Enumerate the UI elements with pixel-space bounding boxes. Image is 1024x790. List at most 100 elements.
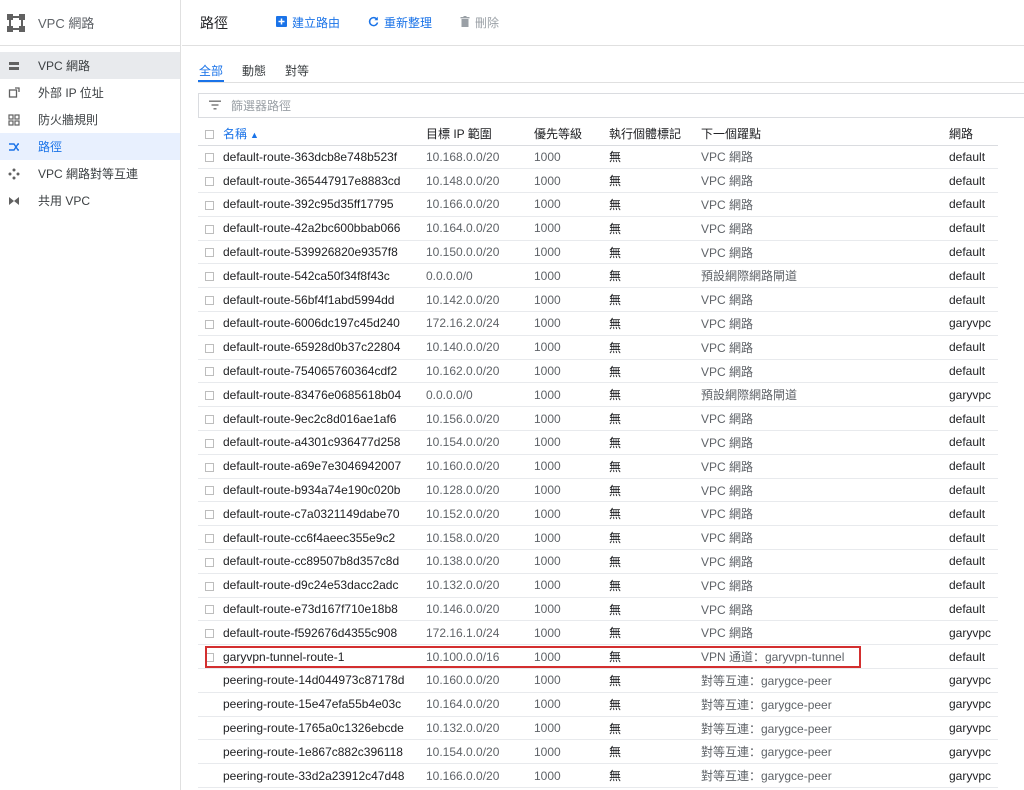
row-checkbox[interactable] — [205, 200, 214, 210]
row-checkbox[interactable] — [205, 581, 214, 591]
row-checkbox[interactable] — [205, 557, 214, 567]
row-checkbox[interactable] — [205, 533, 214, 543]
row-checkbox[interactable] — [205, 248, 214, 258]
route-name-cell[interactable]: default-route-754065760364cdf2 — [223, 359, 426, 384]
sidebar-item-external-ip[interactable]: 外部 IP 位址 — [0, 79, 180, 106]
table-row[interactable]: default-route-a69e7e3046942007 10.160.0.0… — [198, 454, 998, 479]
row-checkbox[interactable] — [205, 652, 214, 662]
table-row[interactable]: default-route-42a2bc600bbab066 10.164.0.0… — [198, 216, 998, 241]
next-hop-cell: VPN 通道：garyvpn-tunnel — [701, 644, 949, 670]
route-name-cell[interactable]: peering-route-1e867c882c396118 — [223, 739, 426, 765]
row-checkbox[interactable] — [205, 438, 214, 448]
table-row[interactable]: peering-route-1765a0c1326ebcde 10.132.0.0… — [198, 716, 998, 741]
row-checkbox[interactable] — [205, 414, 214, 424]
table-row[interactable]: default-route-6006dc197c45d240 172.16.2.0… — [198, 311, 998, 336]
route-name-cell[interactable]: peering-route-14d044973c87178d — [223, 668, 426, 693]
create-route-button[interactable]: 建立路由 — [276, 14, 340, 31]
route-name-cell[interactable]: default-route-56bf4f1abd5994dd — [223, 287, 426, 313]
column-header-priority[interactable]: 優先等級 — [534, 122, 609, 146]
row-checkbox[interactable] — [205, 486, 214, 496]
table-row[interactable]: default-route-9ec2c8d016ae1af6 10.156.0.0… — [198, 406, 998, 432]
table-row[interactable]: default-route-83476e0685618b04 0.0.0.0/0 1… — [198, 382, 998, 408]
table-row[interactable]: peering-route-14d044973c87178d 10.160.0.0… — [198, 668, 998, 693]
delete-button[interactable]: 刪除 — [460, 14, 499, 31]
table-row[interactable]: default-route-a4301c936477d258 10.154.0.0… — [198, 430, 998, 455]
route-name-cell[interactable]: default-route-a4301c936477d258 — [223, 430, 426, 455]
table-row[interactable]: default-route-56bf4f1abd5994dd 10.142.0.0… — [198, 287, 998, 313]
refresh-button[interactable]: 重新整理 — [368, 14, 432, 31]
route-name-cell[interactable]: default-route-c7a0321149dabe70 — [223, 501, 426, 527]
route-name-cell[interactable]: default-route-392c95d35ff17795 — [223, 192, 426, 217]
route-name-cell[interactable]: peering-route-15e47efa55b4e03c — [223, 692, 426, 717]
row-checkbox[interactable] — [205, 605, 214, 615]
table-row[interactable]: default-route-cc89507b8d357c8d 10.138.0.0… — [198, 549, 998, 574]
sidebar-item-routes[interactable]: 路徑 — [0, 133, 180, 160]
table-row[interactable]: garyvpn-tunnel-route-1 10.100.0.0/16 1000 無… — [198, 644, 998, 670]
row-checkbox[interactable] — [205, 177, 214, 187]
row-checkbox[interactable] — [205, 343, 214, 353]
route-name-cell[interactable]: default-route-65928d0b37c22804 — [223, 335, 426, 360]
table-row[interactable]: default-route-363dcb8e748b523f 10.168.0.0… — [198, 145, 998, 170]
column-header-next-hop[interactable]: 下一個躍點 — [701, 122, 949, 146]
sidebar-item-firewall[interactable]: 防火牆規則 — [0, 106, 180, 133]
table-row[interactable]: default-route-d9c24e53dacc2adc 10.132.0.0… — [198, 573, 998, 598]
table-row[interactable]: default-route-539926820e9357f8 10.150.0.0… — [198, 240, 998, 265]
route-name-cell[interactable]: default-route-363dcb8e748b523f — [223, 145, 426, 170]
row-checkbox[interactable] — [205, 224, 214, 234]
row-checkbox[interactable] — [205, 153, 214, 163]
select-all-checkbox[interactable] — [205, 129, 214, 139]
route-name-cell[interactable]: peering-route-1765a0c1326ebcde — [223, 716, 426, 741]
column-header-tags[interactable]: 執行個體標記 — [609, 122, 701, 146]
sidebar-item-vpc-networks[interactable]: VPC 網路 — [0, 52, 180, 79]
vpc-network-icon — [8, 60, 20, 72]
route-name-cell[interactable]: default-route-f592676d4355c908 — [223, 620, 426, 646]
row-select-cell — [198, 240, 223, 265]
route-name-cell[interactable]: default-route-365447917e8883cd — [223, 168, 426, 194]
tab-dynamic[interactable]: 動態 — [241, 58, 267, 82]
table-row[interactable]: default-route-b934a74e190c020b 10.128.0.0… — [198, 478, 998, 503]
route-name-cell[interactable]: default-route-42a2bc600bbab066 — [223, 216, 426, 241]
route-name-cell[interactable]: default-route-b934a74e190c020b — [223, 478, 426, 503]
row-checkbox[interactable] — [205, 510, 214, 520]
column-header-network[interactable]: 網路 — [949, 122, 998, 146]
table-row[interactable]: default-route-cc6f4aeec355e9c2 10.158.0.0… — [198, 525, 998, 551]
sidebar-item-peering[interactable]: VPC 網路對等互連 — [0, 160, 180, 187]
route-name-cell[interactable]: garyvpn-tunnel-route-1 — [223, 644, 426, 670]
table-row[interactable]: default-route-c7a0321149dabe70 10.152.0.0… — [198, 501, 998, 527]
route-name-cell[interactable]: peering-route-33d2a23912c47d48 — [223, 763, 426, 789]
column-header-name[interactable]: 名稱 ▲ — [223, 122, 426, 146]
route-name-cell[interactable]: default-route-83476e0685618b04 — [223, 382, 426, 408]
route-name-cell[interactable]: default-route-542ca50f34f8f43c — [223, 263, 426, 289]
column-header-range[interactable]: 目標 IP 範圍 — [426, 122, 534, 146]
row-checkbox[interactable] — [205, 462, 214, 472]
route-name-cell[interactable]: default-route-6006dc197c45d240 — [223, 311, 426, 336]
sidebar-item-shared-vpc[interactable]: 共用 VPC — [0, 187, 180, 214]
table-row[interactable]: default-route-542ca50f34f8f43c 0.0.0.0/0 1… — [198, 263, 998, 289]
route-name-cell[interactable]: default-route-cc89507b8d357c8d — [223, 549, 426, 574]
route-name-cell[interactable]: default-route-d9c24e53dacc2adc — [223, 573, 426, 598]
table-row[interactable]: default-route-365447917e8883cd 10.148.0.0… — [198, 168, 998, 194]
row-checkbox[interactable] — [205, 629, 214, 639]
row-checkbox[interactable] — [205, 296, 214, 305]
table-row[interactable]: default-route-754065760364cdf2 10.162.0.0… — [198, 359, 998, 384]
row-checkbox[interactable] — [205, 272, 214, 282]
table-row[interactable]: default-route-392c95d35ff17795 10.166.0.0… — [198, 192, 998, 217]
table-row[interactable]: peering-route-15e47efa55b4e03c 10.164.0.0… — [198, 692, 998, 717]
route-name-cell[interactable]: default-route-e73d167f710e18b8 — [223, 597, 426, 622]
tab-peering[interactable]: 對等 — [284, 58, 310, 82]
row-checkbox[interactable] — [205, 319, 214, 329]
table-row[interactable]: default-route-65928d0b37c22804 10.140.0.0… — [198, 335, 998, 360]
instance-tags-cell: 無 — [609, 620, 701, 646]
table-row[interactable]: default-route-e73d167f710e18b8 10.146.0.0… — [198, 597, 998, 622]
row-checkbox[interactable] — [205, 367, 214, 377]
route-name-cell[interactable]: default-route-9ec2c8d016ae1af6 — [223, 406, 426, 432]
filter-input[interactable] — [231, 98, 631, 113]
tab-all[interactable]: 全部 — [198, 58, 225, 82]
table-row[interactable]: peering-route-1e867c882c396118 10.154.0.0… — [198, 739, 998, 765]
route-name-cell[interactable]: default-route-cc6f4aeec355e9c2 — [223, 525, 426, 551]
route-name-cell[interactable]: default-route-a69e7e3046942007 — [223, 454, 426, 479]
route-name-cell[interactable]: default-route-539926820e9357f8 — [223, 240, 426, 265]
table-row[interactable]: peering-route-33d2a23912c47d48 10.166.0.0… — [198, 763, 998, 789]
row-checkbox[interactable] — [205, 391, 214, 401]
table-row[interactable]: default-route-f592676d4355c908 172.16.1.0… — [198, 620, 998, 646]
